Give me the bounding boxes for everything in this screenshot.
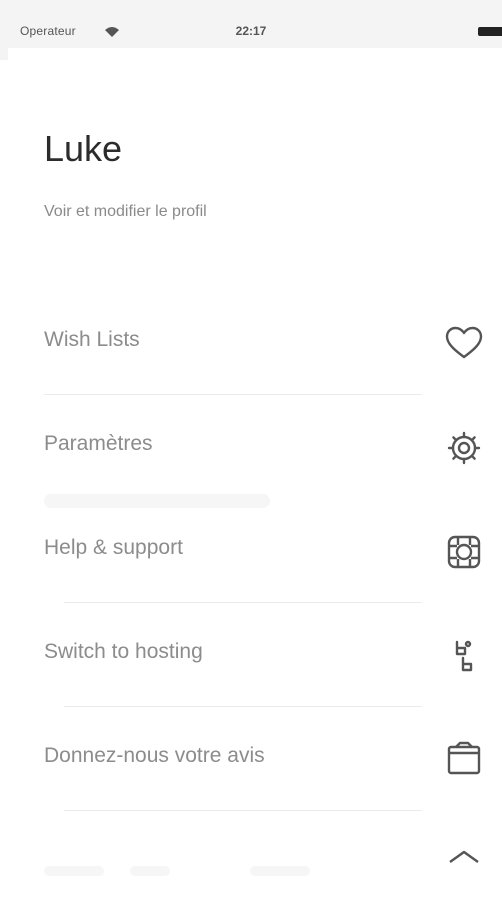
- support-lifebuoy-icon: [444, 532, 484, 572]
- menu-item-help-support[interactable]: Help & support: [0, 510, 502, 590]
- menu-item-label: Switch to hosting: [44, 640, 203, 663]
- clock: 22:17: [235, 24, 267, 38]
- switch-hosting-icon: [444, 636, 484, 676]
- menu-item-label: Paramètres: [44, 432, 153, 455]
- heart-icon: [444, 324, 484, 364]
- divider: [64, 810, 422, 811]
- menu-item-switch-to-hosting[interactable]: Switch to hosting: [0, 614, 502, 694]
- gear-icon: [444, 428, 484, 468]
- battery-icon: [478, 27, 502, 36]
- menu-item-label: Help & support: [44, 536, 183, 559]
- menu-item-label: Wish Lists: [44, 328, 140, 351]
- menu-item-partial[interactable]: [0, 822, 502, 902]
- placeholder-bar: [130, 866, 170, 876]
- divider: [64, 602, 422, 603]
- placeholder-bar: [44, 866, 104, 876]
- placeholder-bar: [250, 866, 310, 876]
- menu-item-wish-lists[interactable]: Wish Lists: [0, 302, 502, 382]
- feedback-icon: [444, 740, 484, 780]
- menu-item-parametres[interactable]: Paramètres: [0, 406, 502, 486]
- placeholder-bar: [44, 494, 270, 508]
- hosting-house-icon: [444, 840, 484, 880]
- divider: [64, 706, 422, 707]
- divider: [44, 394, 422, 395]
- profile-name: Luke: [44, 128, 123, 169]
- view-edit-profile-link[interactable]: Voir et modifier le profil: [44, 203, 207, 221]
- menu-item-feedback[interactable]: Donnez-nous votre avis: [0, 718, 502, 798]
- menu-item-label: Donnez-nous votre avis: [44, 744, 265, 767]
